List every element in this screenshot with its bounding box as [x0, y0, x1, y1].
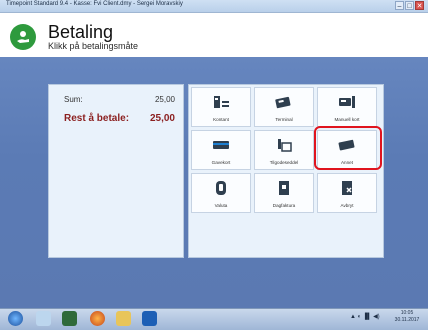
payment-label: Valuta [214, 203, 228, 208]
payment-button-avbryt[interactable]: Avbryt [317, 173, 377, 213]
payment-label: Tilgodeseddel [269, 160, 299, 165]
payment-label: Gavekort [211, 160, 231, 165]
start-button[interactable] [8, 311, 23, 326]
payment-label: Manuell kort [334, 117, 360, 122]
payment-button-manuell-kort[interactable]: Manuell kort [317, 87, 377, 127]
close-button[interactable]: ✕ [415, 1, 424, 10]
sum-label: Sum: [64, 95, 83, 104]
system-tray-icons[interactable]: ▲ ◐ ▐▌ ◀) [350, 313, 380, 320]
app-icon-3[interactable] [142, 311, 157, 326]
payment-button-gavekort[interactable]: Gavekort [191, 130, 251, 170]
invoice-icon [279, 181, 289, 195]
payment-button-valuta[interactable]: Valuta [191, 173, 251, 213]
clock-date: 30.11.2017 [394, 317, 420, 323]
clock-time: 10:05 [400, 310, 414, 316]
payment-summary-panel: Sum: 25,00 Rest å betale: 25,00 [48, 84, 184, 258]
manual-card-icon [339, 96, 355, 108]
clock[interactable]: 10:05 30.11.2017 [392, 310, 422, 324]
card-terminal-icon [275, 96, 291, 109]
payment-label: Terminal [275, 117, 293, 122]
payment-label: Avbryt [340, 203, 354, 208]
cancel-document-icon [342, 181, 352, 195]
window-titlebar: Timepoint Standard 9.4 - Kasse: Fvi Clie… [0, 0, 428, 13]
page-subtitle: Klikk på betalingsmåte [48, 41, 139, 51]
sum-value: 25,00 [154, 95, 175, 104]
app-icon-2[interactable] [62, 311, 77, 326]
gift-card-icon [213, 141, 229, 149]
payment-button-kontant[interactable]: Kontant [191, 87, 251, 127]
currency-icon [216, 181, 226, 195]
window-title: Timepoint Standard 9.4 - Kasse: Fvi Clie… [6, 1, 183, 7]
payment-label: Kontant [213, 117, 229, 122]
voucher-icon [278, 139, 292, 152]
page-title: Betaling [48, 22, 114, 42]
folder-icon[interactable] [116, 311, 131, 326]
highlight-annotation [314, 126, 382, 170]
rest-value: 25,00 [149, 113, 175, 124]
minimize-button[interactable]: – [395, 1, 404, 10]
payment-label: Dagfaktura [272, 203, 296, 208]
app-icon-1[interactable] [36, 311, 51, 326]
rest-label: Rest å betale: [64, 113, 130, 124]
cash-register-icon [214, 96, 229, 108]
payment-button-dagfaktura[interactable]: Dagfaktura [254, 173, 314, 213]
payment-hand-icon [10, 24, 36, 50]
maximize-button[interactable]: □ [405, 1, 414, 10]
payment-methods-panel: Kontant Terminal Manuell kort Gavekort T… [188, 84, 384, 258]
browser-icon[interactable] [90, 311, 105, 326]
payment-button-tilgodeseddel[interactable]: Tilgodeseddel [254, 130, 314, 170]
payment-button-terminal[interactable]: Terminal [254, 87, 314, 127]
